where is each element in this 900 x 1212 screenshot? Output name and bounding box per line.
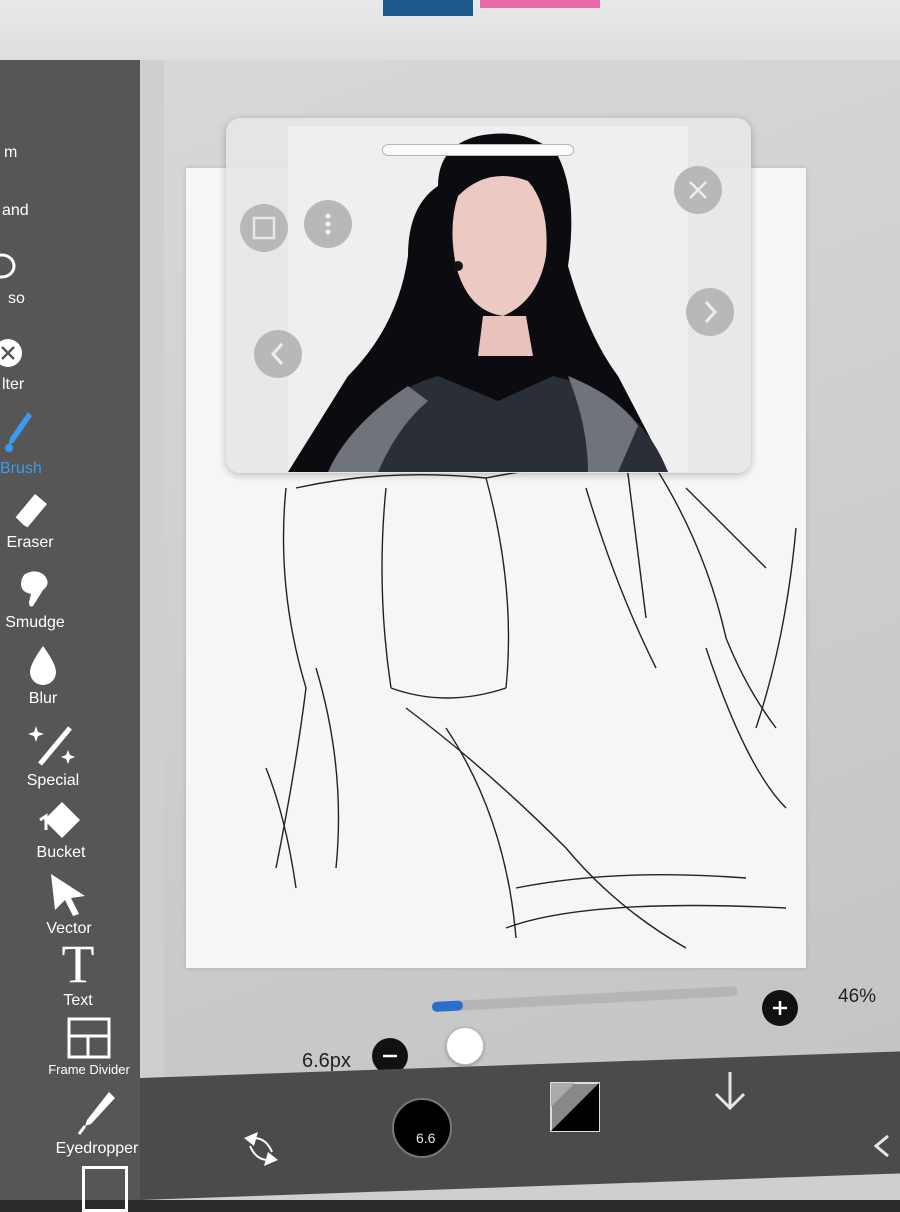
bucket-icon bbox=[39, 802, 80, 838]
top-pink-strip bbox=[480, 0, 600, 8]
smudge-icon bbox=[21, 571, 48, 607]
reference-window[interactable] bbox=[226, 118, 751, 473]
minus-icon bbox=[383, 1054, 397, 1058]
zoom-level: 46% bbox=[838, 986, 877, 1007]
reference-close-button[interactable] bbox=[674, 166, 722, 214]
brush-size-increase-button[interactable] bbox=[762, 990, 798, 1026]
prev-icon bbox=[270, 342, 284, 366]
close-icon bbox=[689, 181, 707, 199]
brush-icon bbox=[5, 412, 32, 452]
brush-size-indicator-value: 6.6 bbox=[416, 1130, 436, 1146]
more-icon bbox=[325, 213, 331, 235]
brush-size-slider-fill bbox=[431, 1000, 463, 1012]
tool-brush[interactable]: Brush bbox=[0, 408, 140, 478]
tool-text-label: Text bbox=[63, 992, 93, 1009]
tool-filter-label: lter bbox=[2, 376, 25, 393]
brush-size-slider-thumb[interactable] bbox=[446, 1027, 484, 1065]
tool-smudge[interactable]: Smudge bbox=[0, 566, 70, 632]
tool-brush-label: Brush bbox=[0, 460, 42, 477]
reference-image bbox=[288, 126, 688, 472]
brush-size-indicator[interactable]: 6.6 bbox=[392, 1098, 452, 1158]
reference-next-button[interactable] bbox=[686, 288, 734, 336]
color-swatch[interactable] bbox=[550, 1082, 600, 1132]
next-icon bbox=[704, 300, 718, 324]
reference-more-button[interactable] bbox=[304, 200, 352, 248]
frame-divider-icon bbox=[67, 1017, 111, 1059]
brush-size-label: 6.6px bbox=[302, 1050, 351, 1072]
tool-smudge-label: Smudge bbox=[5, 614, 65, 631]
vector-icon bbox=[51, 874, 85, 916]
top-blue-strip bbox=[383, 0, 473, 16]
lasso-icon bbox=[0, 253, 16, 279]
tool-hand-label: and bbox=[2, 202, 29, 219]
reference-square-button[interactable] bbox=[240, 204, 288, 252]
tool-frame-divider-label: Frame Divider bbox=[48, 1062, 130, 1077]
reference-prev-button[interactable] bbox=[254, 330, 302, 378]
tool-frame-divider[interactable]: Frame Divider bbox=[0, 1016, 178, 1077]
tool-filter[interactable]: lter bbox=[0, 336, 140, 394]
back-chevron-icon[interactable] bbox=[870, 1132, 894, 1160]
plus-icon bbox=[773, 1001, 787, 1015]
tool-special-label: Special bbox=[26, 772, 80, 789]
tool-special[interactable]: Special bbox=[0, 716, 106, 790]
reference-drag-handle[interactable] bbox=[382, 144, 574, 156]
layer-square-icon[interactable] bbox=[82, 1166, 128, 1212]
tool-blur[interactable]: Blur bbox=[0, 642, 86, 708]
eraser-icon bbox=[14, 494, 47, 529]
filter-icon bbox=[0, 339, 22, 367]
eyedropper-icon bbox=[77, 1092, 115, 1135]
tool-hand[interactable]: and bbox=[0, 200, 140, 220]
transform-icon[interactable] bbox=[238, 1128, 284, 1170]
download-arrow-icon[interactable] bbox=[710, 1068, 750, 1116]
tool-vector[interactable]: Vector bbox=[0, 870, 138, 938]
tool-transform-label: m bbox=[4, 144, 18, 161]
square-icon bbox=[252, 216, 276, 240]
tool-lasso[interactable]: so bbox=[0, 252, 140, 308]
tool-text[interactable]: T Text bbox=[0, 934, 156, 1010]
tool-bucket-label: Bucket bbox=[36, 844, 86, 861]
tool-blur-label: Blur bbox=[28, 690, 58, 707]
device-top-bezel bbox=[0, 0, 900, 66]
tool-sidebar: m and so lter Brush Eraser Smudge Blur S… bbox=[0, 60, 140, 1212]
tool-eraser-label: Eraser bbox=[6, 534, 54, 551]
tool-transform[interactable]: m bbox=[0, 142, 140, 162]
blur-icon bbox=[30, 646, 56, 685]
tool-lasso-label: so bbox=[8, 290, 25, 307]
tool-eraser[interactable]: Eraser bbox=[0, 488, 60, 552]
special-icon bbox=[28, 726, 75, 766]
text-icon: T bbox=[61, 934, 95, 994]
tool-bucket[interactable]: Bucket bbox=[0, 796, 122, 862]
